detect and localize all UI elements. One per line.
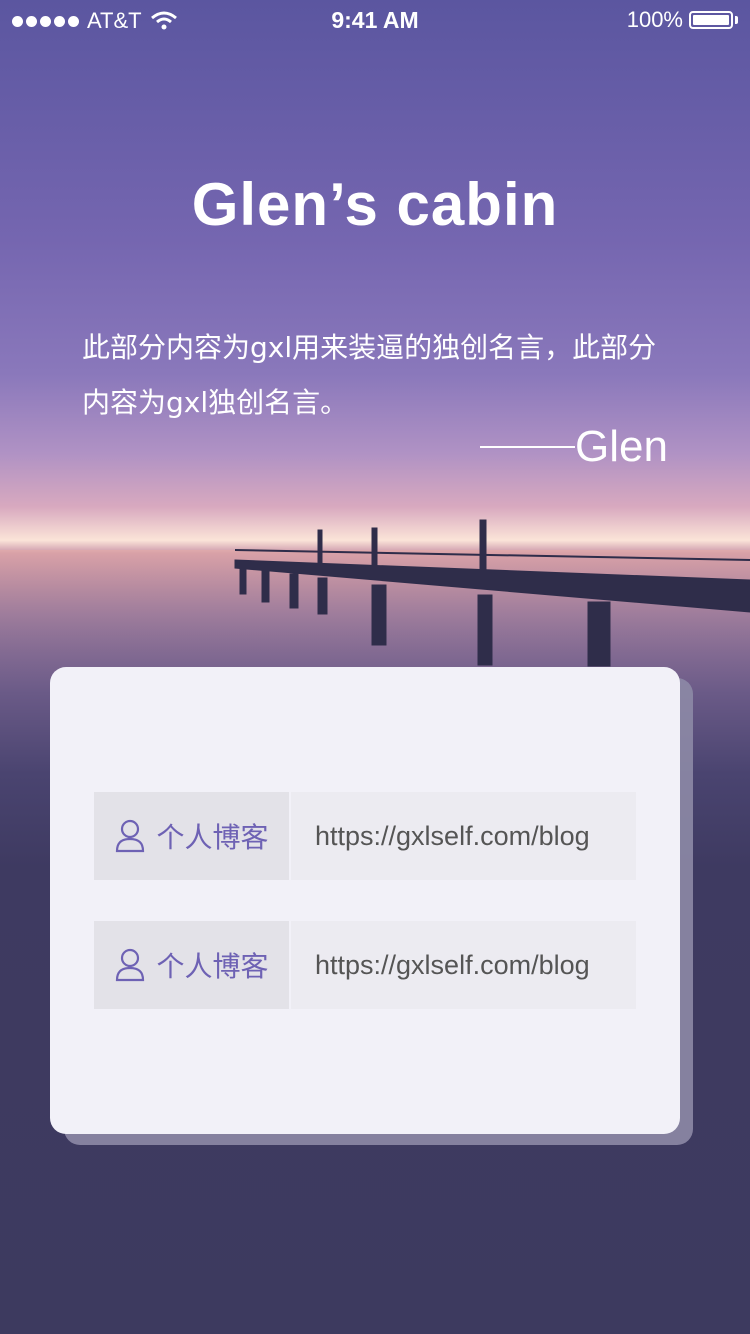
battery-icon xyxy=(689,11,733,29)
signature-dash xyxy=(480,446,575,448)
user-icon xyxy=(116,948,145,982)
link-label: 个人博客 xyxy=(156,821,269,854)
page-title: Glen’s cabin xyxy=(191,171,559,238)
links-card: 个人博客 https://gxlself.com/blog 个人博客 https… xyxy=(50,667,680,1134)
link-row-blog-1[interactable]: 个人博客 https://gxlself.com/blog xyxy=(94,792,636,880)
link-label-box: 个人博客 xyxy=(94,921,289,1009)
signature-name: Glen xyxy=(575,422,668,471)
link-label: 个人博客 xyxy=(156,950,269,983)
status-bar: AT&T 9:41 AM 100% xyxy=(0,0,750,40)
battery-percent: 100% xyxy=(626,7,683,32)
link-url[interactable]: https://gxlself.com/blog xyxy=(291,921,636,1009)
app-screen: AT&T 9:41 AM 100% Glen’s cabin 此部分内容为gxl… xyxy=(0,0,750,1334)
battery-tip xyxy=(735,16,738,24)
quote-signature: Glen xyxy=(480,422,668,472)
link-label-box: 个人博客 xyxy=(94,792,289,880)
link-url[interactable]: https://gxlself.com/blog xyxy=(291,792,636,880)
link-row-blog-2[interactable]: 个人博客 https://gxlself.com/blog xyxy=(94,921,636,1009)
user-icon xyxy=(116,819,145,853)
quote-text: 此部分内容为gxl用来装逼的独创名言，此部分内容为gxl独创名言。 xyxy=(82,331,657,419)
